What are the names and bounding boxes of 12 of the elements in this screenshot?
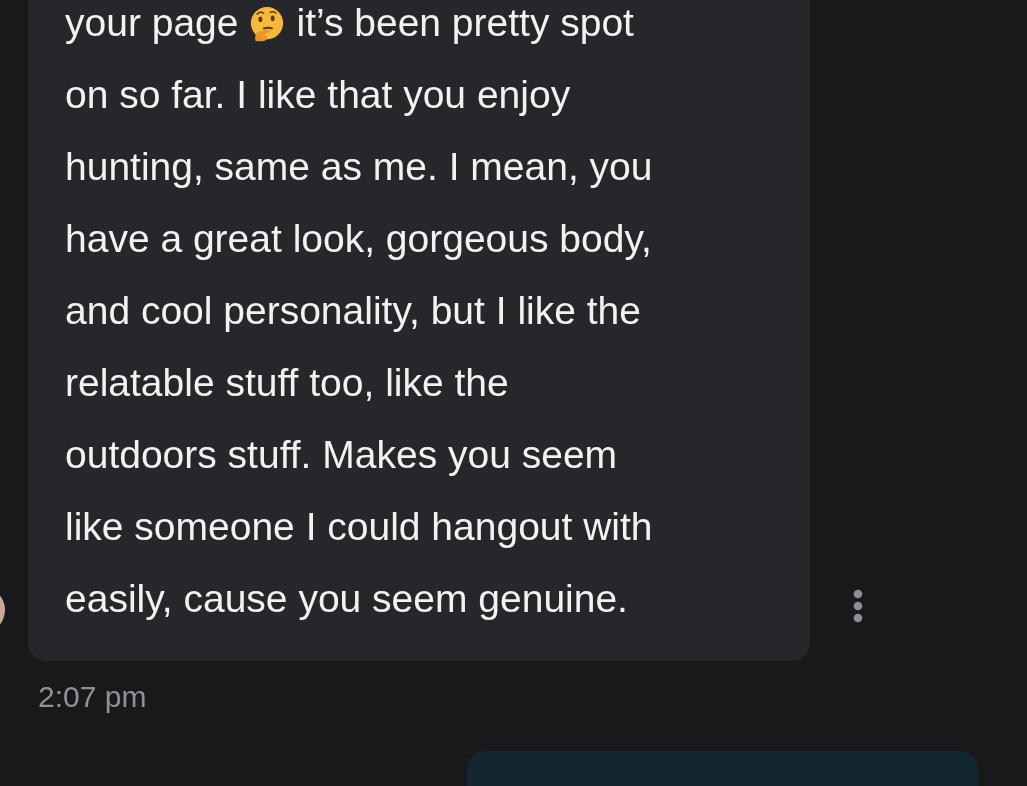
message-text: on so far. I like that you enjoy [65, 73, 571, 116]
message-text: it’s been pretty spot [296, 1, 634, 44]
more-options-icon[interactable] [853, 589, 863, 623]
message-time: 2:07 pm [38, 679, 147, 715]
message-text: outdoors stuff. Makes you seem [65, 433, 618, 476]
message-text: have a great look, gorgeous body, [65, 217, 652, 260]
message-text: your page [65, 1, 239, 44]
message-text: relatable stuff too, like the [65, 361, 509, 404]
message-text: like someone I could hangout with [65, 505, 653, 548]
message-text: hunting, same as me. I mean, you [65, 145, 653, 188]
message-text: easily, cause you seem genuine. [65, 577, 628, 620]
message-text: and cool personality, but I like the [65, 289, 641, 332]
